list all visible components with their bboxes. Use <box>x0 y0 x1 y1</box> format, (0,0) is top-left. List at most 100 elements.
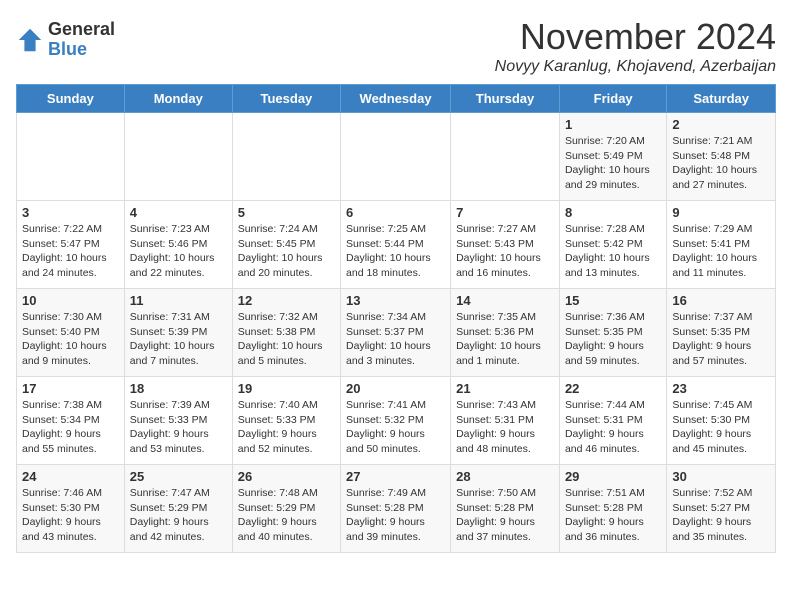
day-info: Sunrise: 7:41 AMSunset: 5:32 PMDaylight:… <box>346 398 445 457</box>
day-number: 5 <box>238 205 335 220</box>
day-number: 15 <box>565 293 661 308</box>
calendar-cell: 18 Sunrise: 7:39 AMSunset: 5:33 PMDayligh… <box>124 377 232 465</box>
day-info: Sunrise: 7:48 AMSunset: 5:29 PMDaylight:… <box>238 486 335 545</box>
calendar-header: SundayMondayTuesdayWednesdayThursdayFrid… <box>17 85 776 113</box>
calendar-week-3: 10 Sunrise: 7:30 AMSunset: 5:40 PMDayligh… <box>17 289 776 377</box>
day-number: 13 <box>346 293 445 308</box>
day-info: Sunrise: 7:38 AMSunset: 5:34 PMDaylight:… <box>22 398 119 457</box>
calendar-cell: 12 Sunrise: 7:32 AMSunset: 5:38 PMDayligh… <box>232 289 340 377</box>
calendar-cell: 3Sunrise: 7:22 AMSunset: 5:47 PMDaylight… <box>17 201 125 289</box>
logo: General Blue <box>16 20 115 60</box>
day-number: 9 <box>672 205 770 220</box>
calendar-cell: 20Sunrise: 7:41 AMSunset: 5:32 PMDayligh… <box>341 377 451 465</box>
day-info: Sunrise: 7:45 AMSunset: 5:30 PMDaylight:… <box>672 398 770 457</box>
calendar-cell: 22Sunrise: 7:44 AMSunset: 5:31 PMDayligh… <box>559 377 666 465</box>
day-info: Sunrise: 7:43 AMSunset: 5:31 PMDaylight:… <box>456 398 554 457</box>
calendar-cell: 7 Sunrise: 7:27 AMSunset: 5:43 PMDaylight… <box>451 201 560 289</box>
day-number: 28 <box>456 469 554 484</box>
calendar-cell: 27Sunrise: 7:49 AMSunset: 5:28 PMDayligh… <box>341 465 451 553</box>
day-number: 12 <box>238 293 335 308</box>
weekday-header-sunday: Sunday <box>17 85 125 113</box>
calendar-cell: 6Sunrise: 7:25 AMSunset: 5:44 PMDaylight… <box>341 201 451 289</box>
day-number: 11 <box>130 293 227 308</box>
calendar-cell: 19 Sunrise: 7:40 AMSunset: 5:33 PMDayligh… <box>232 377 340 465</box>
calendar-cell <box>341 113 451 201</box>
calendar: SundayMondayTuesdayWednesdayThursdayFrid… <box>16 84 776 553</box>
calendar-cell: 2 Sunrise: 7:21 AMSunset: 5:48 PMDaylight… <box>667 113 776 201</box>
calendar-cell: 13Sunrise: 7:34 AMSunset: 5:37 PMDayligh… <box>341 289 451 377</box>
day-info: Sunrise: 7:46 AMSunset: 5:30 PMDaylight:… <box>22 486 119 545</box>
calendar-week-1: 1 Sunrise: 7:20 AMSunset: 5:49 PMDaylight… <box>17 113 776 201</box>
calendar-week-5: 24 Sunrise: 7:46 AMSunset: 5:30 PMDayligh… <box>17 465 776 553</box>
day-number: 19 <box>238 381 335 396</box>
calendar-cell: 17 Sunrise: 7:38 AMSunset: 5:34 PMDayligh… <box>17 377 125 465</box>
day-number: 7 <box>456 205 554 220</box>
calendar-cell: 29 Sunrise: 7:51 AMSunset: 5:28 PMDayligh… <box>559 465 666 553</box>
day-number: 23 <box>672 381 770 396</box>
day-info: Sunrise: 7:21 AMSunset: 5:48 PMDaylight:… <box>672 134 770 193</box>
day-number: 30 <box>672 469 770 484</box>
calendar-week-2: 3Sunrise: 7:22 AMSunset: 5:47 PMDaylight… <box>17 201 776 289</box>
day-number: 24 <box>22 469 119 484</box>
day-number: 1 <box>565 117 661 132</box>
logo-blue: Blue <box>48 40 115 60</box>
day-info: Sunrise: 7:20 AMSunset: 5:49 PMDaylight:… <box>565 134 661 193</box>
calendar-cell: 23 Sunrise: 7:45 AMSunset: 5:30 PMDayligh… <box>667 377 776 465</box>
day-number: 18 <box>130 381 227 396</box>
weekday-row: SundayMondayTuesdayWednesdayThursdayFrid… <box>17 85 776 113</box>
logo-general: General <box>48 20 115 40</box>
title-area: November 2024 Novyy Karanlug, Khojavend,… <box>495 16 776 76</box>
weekday-header-thursday: Thursday <box>451 85 560 113</box>
day-number: 3 <box>22 205 119 220</box>
logo-text: General Blue <box>48 20 115 60</box>
day-number: 25 <box>130 469 227 484</box>
header: General Blue November 2024 Novyy Karanlu… <box>16 16 776 76</box>
calendar-cell: 8 Sunrise: 7:28 AMSunset: 5:42 PMDaylight… <box>559 201 666 289</box>
day-info: Sunrise: 7:40 AMSunset: 5:33 PMDaylight:… <box>238 398 335 457</box>
day-info: Sunrise: 7:35 AMSunset: 5:36 PMDaylight:… <box>456 310 554 369</box>
day-info: Sunrise: 7:50 AMSunset: 5:28 PMDaylight:… <box>456 486 554 545</box>
day-info: Sunrise: 7:31 AMSunset: 5:39 PMDaylight:… <box>130 310 227 369</box>
day-number: 2 <box>672 117 770 132</box>
calendar-cell: 24 Sunrise: 7:46 AMSunset: 5:30 PMDayligh… <box>17 465 125 553</box>
weekday-header-wednesday: Wednesday <box>341 85 451 113</box>
weekday-header-friday: Friday <box>559 85 666 113</box>
calendar-week-4: 17 Sunrise: 7:38 AMSunset: 5:34 PMDayligh… <box>17 377 776 465</box>
day-number: 16 <box>672 293 770 308</box>
calendar-cell: 26Sunrise: 7:48 AMSunset: 5:29 PMDayligh… <box>232 465 340 553</box>
calendar-cell: 21 Sunrise: 7:43 AMSunset: 5:31 PMDayligh… <box>451 377 560 465</box>
day-number: 22 <box>565 381 661 396</box>
calendar-cell: 4Sunrise: 7:23 AMSunset: 5:46 PMDaylight… <box>124 201 232 289</box>
day-number: 10 <box>22 293 119 308</box>
calendar-cell: 9 Sunrise: 7:29 AMSunset: 5:41 PMDaylight… <box>667 201 776 289</box>
day-number: 14 <box>456 293 554 308</box>
day-number: 8 <box>565 205 661 220</box>
weekday-header-tuesday: Tuesday <box>232 85 340 113</box>
day-info: Sunrise: 7:25 AMSunset: 5:44 PMDaylight:… <box>346 222 445 281</box>
calendar-cell: 30Sunrise: 7:52 AMSunset: 5:27 PMDayligh… <box>667 465 776 553</box>
day-info: Sunrise: 7:37 AMSunset: 5:35 PMDaylight:… <box>672 310 770 369</box>
day-number: 17 <box>22 381 119 396</box>
calendar-cell: 11 Sunrise: 7:31 AMSunset: 5:39 PMDayligh… <box>124 289 232 377</box>
calendar-cell: 15Sunrise: 7:36 AMSunset: 5:35 PMDayligh… <box>559 289 666 377</box>
day-info: Sunrise: 7:27 AMSunset: 5:43 PMDaylight:… <box>456 222 554 281</box>
day-info: Sunrise: 7:30 AMSunset: 5:40 PMDaylight:… <box>22 310 119 369</box>
calendar-cell: 28 Sunrise: 7:50 AMSunset: 5:28 PMDayligh… <box>451 465 560 553</box>
calendar-cell: 10 Sunrise: 7:30 AMSunset: 5:40 PMDayligh… <box>17 289 125 377</box>
day-info: Sunrise: 7:24 AMSunset: 5:45 PMDaylight:… <box>238 222 335 281</box>
day-info: Sunrise: 7:51 AMSunset: 5:28 PMDaylight:… <box>565 486 661 545</box>
calendar-cell: 1 Sunrise: 7:20 AMSunset: 5:49 PMDaylight… <box>559 113 666 201</box>
calendar-cell <box>17 113 125 201</box>
calendar-cell: 25Sunrise: 7:47 AMSunset: 5:29 PMDayligh… <box>124 465 232 553</box>
day-number: 29 <box>565 469 661 484</box>
calendar-cell <box>124 113 232 201</box>
day-info: Sunrise: 7:39 AMSunset: 5:33 PMDaylight:… <box>130 398 227 457</box>
day-info: Sunrise: 7:49 AMSunset: 5:28 PMDaylight:… <box>346 486 445 545</box>
day-info: Sunrise: 7:29 AMSunset: 5:41 PMDaylight:… <box>672 222 770 281</box>
day-info: Sunrise: 7:32 AMSunset: 5:38 PMDaylight:… <box>238 310 335 369</box>
calendar-cell: 14 Sunrise: 7:35 AMSunset: 5:36 PMDayligh… <box>451 289 560 377</box>
calendar-cell <box>451 113 560 201</box>
day-number: 21 <box>456 381 554 396</box>
day-info: Sunrise: 7:28 AMSunset: 5:42 PMDaylight:… <box>565 222 661 281</box>
calendar-cell: 5 Sunrise: 7:24 AMSunset: 5:45 PMDaylight… <box>232 201 340 289</box>
